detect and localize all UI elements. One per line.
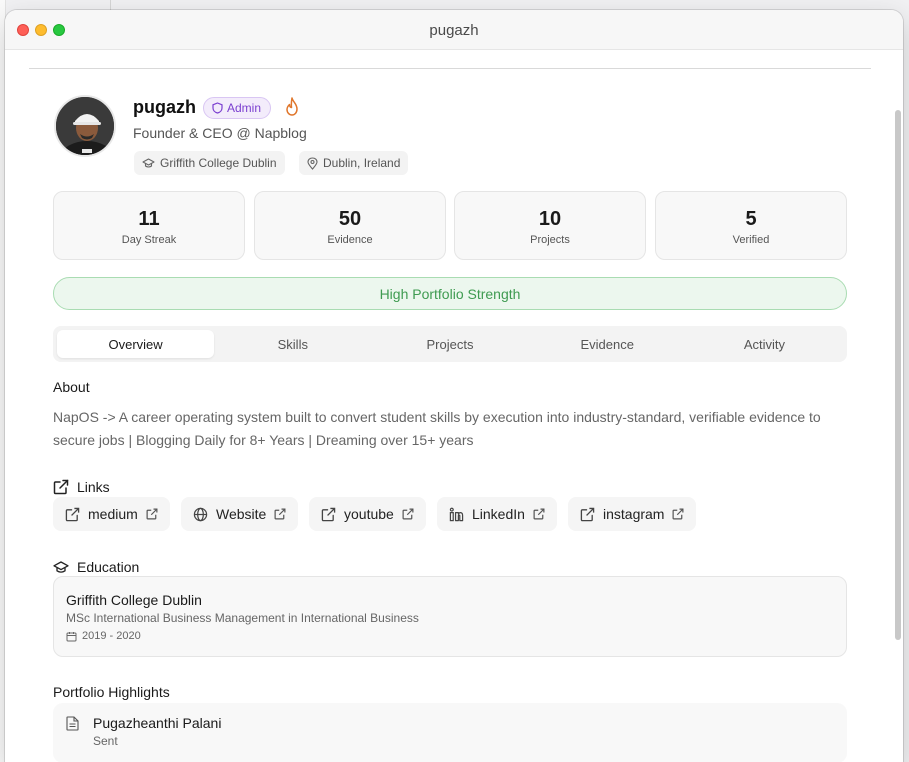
admin-badge: Admin xyxy=(203,97,272,119)
avatar xyxy=(54,95,116,157)
link-linkedin[interactable]: LinkedIn xyxy=(437,497,557,531)
graduation-cap-icon xyxy=(142,157,155,169)
shield-icon xyxy=(212,102,223,114)
scrollbar[interactable] xyxy=(895,110,901,640)
background-divider xyxy=(110,0,111,10)
window-title: pugazh xyxy=(429,22,479,39)
link-label: instagram xyxy=(603,506,665,522)
profile-content: pugazh Admin Founder & CEO @ Napblog Gri… xyxy=(5,50,903,762)
stat-card-evidence: 50 Evidence xyxy=(254,191,446,260)
link-label: medium xyxy=(88,506,138,522)
globe-icon xyxy=(193,507,208,522)
education-card: Griffith College Dublin MSc Internationa… xyxy=(53,576,847,657)
profile-username: pugazh xyxy=(133,97,196,117)
tab-skills[interactable]: Skills xyxy=(214,330,371,358)
calendar-icon xyxy=(66,631,77,642)
link-label: youtube xyxy=(344,506,394,522)
profile-tabs: Overview Skills Projects Evidence Activi… xyxy=(53,326,847,362)
stat-card-streak: 11 Day Streak xyxy=(53,191,245,260)
highlights-heading-label: Portfolio Highlights xyxy=(53,684,170,700)
external-link-icon xyxy=(274,508,286,520)
about-text: NapOS -> A career operating system built… xyxy=(53,409,821,448)
external-link-icon xyxy=(321,507,336,522)
link-label: Website xyxy=(216,506,267,522)
highlight-status: Sent xyxy=(93,734,118,748)
tab-projects[interactable]: Projects xyxy=(371,330,528,358)
education-heading-label: Education xyxy=(77,559,140,575)
stat-card-verified: 5 Verified xyxy=(655,191,847,260)
link-website[interactable]: Website xyxy=(181,497,299,531)
tab-activity[interactable]: Activity xyxy=(686,330,843,358)
links-heading-label: Links xyxy=(77,479,110,495)
admin-badge-label: Admin xyxy=(227,101,262,115)
external-link-icon xyxy=(672,508,684,520)
stat-value: 50 xyxy=(338,208,362,230)
external-link-icon xyxy=(53,479,69,495)
external-link-icon xyxy=(580,507,595,522)
external-link-icon xyxy=(533,508,545,520)
stat-value: 5 xyxy=(745,208,757,230)
stat-label: Day Streak xyxy=(121,234,177,246)
top-divider xyxy=(29,68,871,69)
stat-card-projects: 10 Projects xyxy=(454,191,646,260)
stat-label: Verified xyxy=(732,234,770,246)
links-heading: Links xyxy=(53,479,110,495)
portfolio-strength-banner: High Portfolio Strength xyxy=(53,277,847,310)
location-chip-label: Dublin, Ireland xyxy=(323,156,401,170)
stat-value: 11 xyxy=(138,208,160,230)
highlight-title: Pugazheanthi Palani xyxy=(93,715,222,731)
document-icon xyxy=(66,716,79,731)
link-youtube[interactable]: youtube xyxy=(309,497,426,531)
education-years: 2019 - 2020 xyxy=(66,630,141,642)
location-chip: Dublin, Ireland xyxy=(299,151,409,175)
link-medium[interactable]: medium xyxy=(53,497,170,531)
profile-window: pugazh pugazh Admin Founder & CEO @ Napb… xyxy=(5,10,903,762)
education-school: Griffith College Dublin xyxy=(66,592,202,608)
external-link-icon xyxy=(146,508,158,520)
external-link-icon xyxy=(402,508,414,520)
map-pin-icon xyxy=(307,156,318,170)
highlights-heading: Portfolio Highlights xyxy=(53,684,170,700)
tab-overview[interactable]: Overview xyxy=(57,330,215,358)
highlight-item[interactable]: Pugazheanthi Palani Sent xyxy=(53,703,847,762)
linkedin-icon xyxy=(449,507,464,522)
school-chip: Griffith College Dublin xyxy=(134,151,285,175)
education-years-label: 2019 - 2020 xyxy=(82,630,141,642)
school-chip-label: Griffith College Dublin xyxy=(160,156,277,170)
education-heading: Education xyxy=(53,559,139,575)
about-heading: About xyxy=(53,379,90,395)
link-instagram[interactable]: instagram xyxy=(568,497,697,531)
profile-headline: Founder & CEO @ Napblog xyxy=(133,125,307,141)
stat-label: Evidence xyxy=(327,234,373,246)
education-degree: MSc International Business Management in… xyxy=(66,611,419,625)
about-heading-label: About xyxy=(53,379,90,395)
stat-label: Projects xyxy=(530,234,570,246)
link-label: LinkedIn xyxy=(472,506,525,522)
external-link-icon xyxy=(65,507,80,522)
tab-evidence[interactable]: Evidence xyxy=(529,330,686,358)
graduation-cap-icon xyxy=(53,560,69,574)
title-bar[interactable]: pugazh xyxy=(5,10,903,50)
streak-fire-icon xyxy=(284,97,300,117)
stat-value: 10 xyxy=(538,208,562,230)
